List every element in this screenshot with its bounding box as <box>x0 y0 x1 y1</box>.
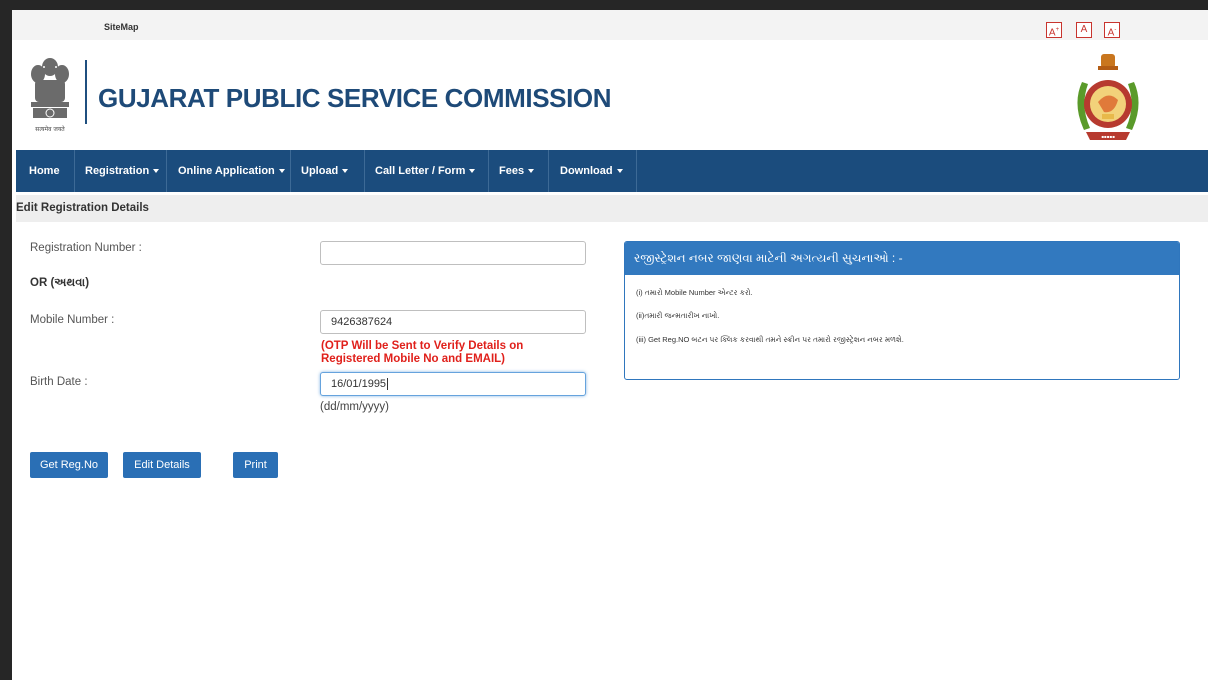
site-header: सत्यमेव जयते GUJARAT PUBLIC SERVICE COMM… <box>12 40 1208 150</box>
font-decrease-button[interactable]: A- <box>1104 22 1120 38</box>
text-cursor <box>387 378 389 391</box>
nav-separator <box>548 150 549 192</box>
birth-date-label: Birth Date : <box>30 376 88 388</box>
chevron-down-icon <box>278 169 285 174</box>
chevron-down-icon <box>153 169 160 174</box>
svg-text:▪▪▪▪▪: ▪▪▪▪▪ <box>1101 134 1115 139</box>
window-frame-left <box>0 0 12 680</box>
national-emblem-icon: सत्यमेव जयते <box>31 58 69 133</box>
nav-separator <box>74 150 75 192</box>
chevron-down-icon <box>469 169 476 174</box>
nav-separator <box>166 150 167 192</box>
instruction-line: (i) તમારો Mobile Number એન્ટર કરો. <box>636 288 753 297</box>
page-title-bar: Edit Registration Details <box>16 195 1208 222</box>
nav-home[interactable]: Home <box>29 150 60 192</box>
nav-online-application[interactable]: Online Application <box>178 150 285 192</box>
nav-separator <box>290 150 291 192</box>
nav-separator <box>364 150 365 192</box>
date-format-hint: (dd/mm/yyyy) <box>320 401 389 413</box>
mobile-number-label: Mobile Number : <box>30 314 115 326</box>
mobile-number-input[interactable]: 9426387624 <box>320 310 586 334</box>
header-divider <box>85 60 87 124</box>
instruction-line: (iii) Get Reg.NO બટન પર ક્લિક કરવાથી તમન… <box>636 335 904 344</box>
font-increase-button[interactable]: A+ <box>1046 22 1062 38</box>
nav-download[interactable]: Download <box>560 150 623 192</box>
page-title: Edit Registration Details <box>16 202 149 214</box>
otp-note: (OTP Will be Sent to Verify Details on R… <box>321 340 524 365</box>
registration-number-input[interactable] <box>320 241 586 265</box>
registration-number-label: Registration Number : <box>30 242 142 254</box>
edit-details-button[interactable]: Edit Details <box>123 452 201 478</box>
nav-fees[interactable]: Fees <box>499 150 535 192</box>
site-title: GUJARAT PUBLIC SERVICE COMMISSION <box>98 83 612 113</box>
instructions-heading: રજીસ્ટ્રેશન નબર જાણવા માટેની અગત્યની સુચ… <box>625 242 1179 275</box>
nav-call-letter-form[interactable]: Call Letter / Form <box>375 150 476 192</box>
or-label: OR (અથવા) <box>30 277 90 289</box>
chevron-down-icon <box>616 169 623 174</box>
nav-separator <box>636 150 637 192</box>
svg-text:सत्यमेव जयते: सत्यमेव जयते <box>35 125 65 133</box>
instructions-panel: રજીસ્ટ્રેશન નબર જાણવા માટેની અગત્યની સુચ… <box>624 241 1180 380</box>
chevron-down-icon <box>528 169 535 174</box>
nav-separator <box>488 150 489 192</box>
birth-date-input[interactable]: 16/01/1995 <box>320 372 586 396</box>
page: SiteMap A+ A A- सत्यमेव जयते GUJARAT PUB… <box>12 10 1208 680</box>
sitemap-link[interactable]: SiteMap <box>104 22 139 32</box>
top-bar: SiteMap A+ A A- <box>12 10 1208 40</box>
get-reg-no-button[interactable]: Get Reg.No <box>30 452 108 478</box>
font-reset-button[interactable]: A <box>1076 22 1092 38</box>
chevron-down-icon <box>342 169 349 174</box>
main-navbar: Home Registration Online Application Upl… <box>16 150 1208 192</box>
print-button[interactable]: Print <box>233 452 278 478</box>
instruction-line: (ii)તમારી જન્મતારીખ નાખો. <box>636 311 720 320</box>
window-frame-top <box>0 0 1208 10</box>
birth-date-value: 16/01/1995 <box>331 378 387 390</box>
nav-registration[interactable]: Registration <box>85 150 160 192</box>
gpsc-logo-icon: ▪▪▪▪▪ <box>1077 54 1139 140</box>
mobile-number-value: 9426387624 <box>331 316 393 328</box>
nav-upload[interactable]: Upload <box>301 150 349 192</box>
